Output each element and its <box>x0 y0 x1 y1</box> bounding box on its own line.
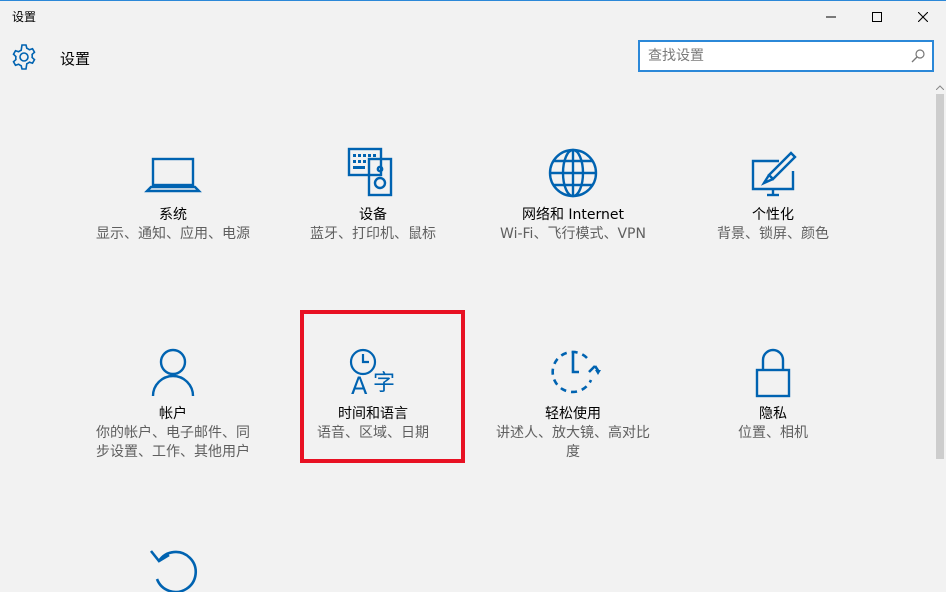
scroll-thumb[interactable] <box>936 94 944 459</box>
update-icon <box>149 550 198 592</box>
gear-icon <box>12 44 36 70</box>
tile-network[interactable]: 网络和 Internet Wi-Fi、飞行模式、VPN <box>490 145 656 244</box>
tile-title: 轻松使用 <box>545 406 601 422</box>
scroll-up-arrow[interactable] <box>934 82 946 92</box>
tile-description: 讲述人、放大镜、高对比度 <box>496 425 650 460</box>
svg-text:A: A <box>351 372 368 400</box>
tile-system[interactable]: 系统 显示、通知、应用、电源 <box>90 145 256 244</box>
tile-description: 位置、相机 <box>738 425 808 441</box>
tile-title: 网络和 Internet <box>521 207 625 223</box>
person-icon <box>151 348 195 397</box>
title-bar[interactable]: 设置 <box>0 1 946 32</box>
paint-monitor-icon <box>751 151 797 197</box>
globe-icon <box>548 148 598 198</box>
tile-update-security[interactable] <box>90 543 256 592</box>
time-language-icon: A 字 <box>349 348 395 400</box>
search-input[interactable] <box>648 46 898 66</box>
tile-privacy[interactable]: 隐私 位置、相机 <box>690 344 856 443</box>
laptop-icon <box>144 157 202 193</box>
tile-title: 隐私 <box>759 406 787 422</box>
tile-description: 蓝牙、打印机、鼠标 <box>310 226 436 242</box>
page-title: 设置 <box>60 50 91 68</box>
ease-of-access-icon <box>551 350 601 394</box>
tile-title: 系统 <box>159 207 187 223</box>
svg-text:字: 字 <box>373 371 395 396</box>
chevron-up-icon <box>936 84 944 90</box>
keyboard-speaker-icon <box>347 147 393 197</box>
maximize-button[interactable] <box>854 1 900 32</box>
tile-description: 你的帐户、电子邮件、同步设置、工作、其他用户 <box>96 425 250 460</box>
tile-ease-of-access[interactable]: 轻松使用 讲述人、放大镜、高对比度 <box>490 344 656 462</box>
search-box[interactable] <box>638 40 934 72</box>
settings-header: 设置 <box>0 32 946 82</box>
tile-personalization[interactable]: 个性化 背景、锁屏、颜色 <box>690 145 856 244</box>
tile-description: 背景、锁屏、颜色 <box>717 226 829 242</box>
tile-time-language[interactable]: A 字 时间和语言 语音、区域、日期 <box>290 344 456 443</box>
minimize-icon <box>826 16 836 17</box>
tile-title: 设备 <box>359 207 387 223</box>
tile-description: Wi-Fi、飞行模式、VPN <box>500 226 646 242</box>
tile-description: 显示、通知、应用、电源 <box>96 226 250 242</box>
tile-title: 个性化 <box>752 207 794 223</box>
close-icon <box>918 11 928 22</box>
tile-devices[interactable]: 设备 蓝牙、打印机、鼠标 <box>290 145 456 244</box>
tile-title: 时间和语言 <box>338 406 408 422</box>
tile-title: 帐户 <box>159 406 187 422</box>
maximize-icon <box>872 11 882 22</box>
minimize-button[interactable] <box>808 1 854 32</box>
close-button[interactable] <box>900 1 946 32</box>
search-icon[interactable] <box>910 48 926 64</box>
tile-accounts[interactable]: 帐户 你的帐户、电子邮件、同步设置、工作、其他用户 <box>90 344 256 462</box>
lock-icon <box>755 348 791 398</box>
tile-description: 语音、区域、日期 <box>317 425 429 441</box>
window-title: 设置 <box>12 10 37 24</box>
vertical-scrollbar[interactable] <box>934 82 946 592</box>
